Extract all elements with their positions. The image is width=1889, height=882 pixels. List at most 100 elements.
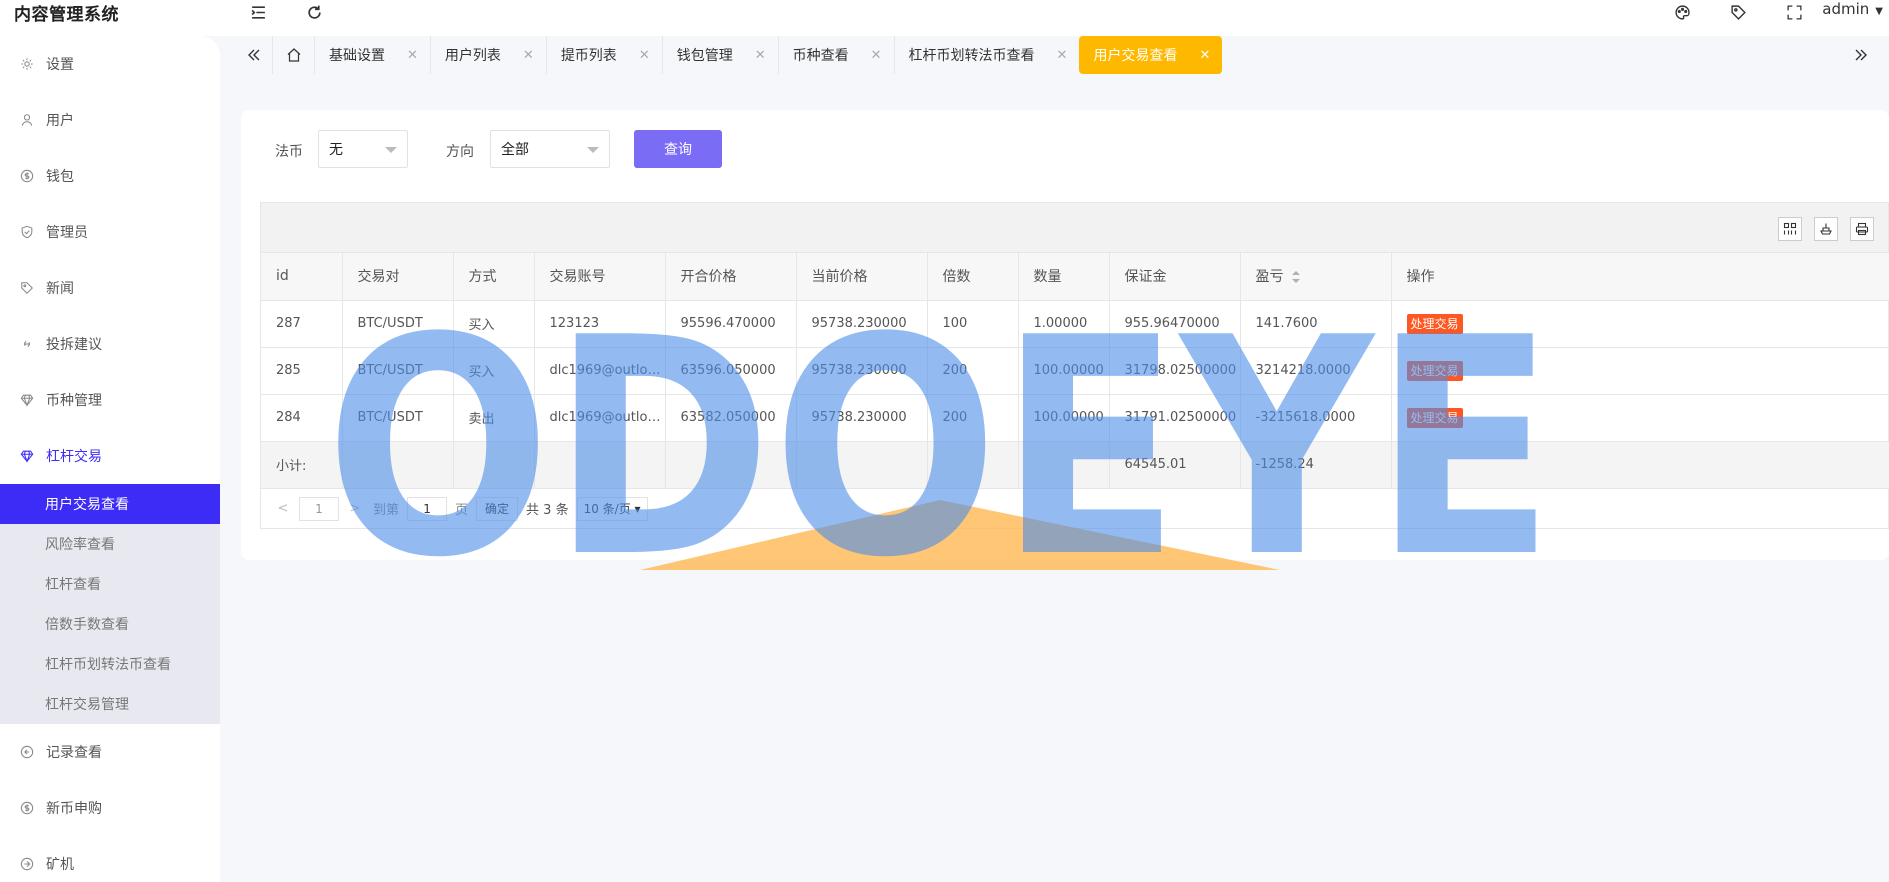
- table-cell: 63596.050000: [665, 347, 797, 395]
- chevron-down-icon: [587, 147, 599, 153]
- sidebar-item-currency[interactable]: 币种管理: [0, 372, 220, 428]
- fullscreen-icon[interactable]: [1784, 2, 1804, 22]
- app-root: 内容管理系统 admin ▼ 设置 用户 钱包 管理员 新闻 投拆建议 币种管理…: [0, 0, 1889, 882]
- dollar-icon: [20, 169, 34, 183]
- close-icon[interactable]: ✕: [523, 48, 534, 63]
- table-cell: [1018, 441, 1110, 489]
- sidebar-item-news[interactable]: 新闻: [0, 260, 220, 316]
- close-icon[interactable]: ✕: [871, 48, 882, 63]
- sidebar-item-leverage[interactable]: 杠杆交易: [0, 428, 220, 484]
- table-cell: 100: [927, 300, 1019, 348]
- column-header: 交易对: [342, 253, 454, 301]
- sidebar-item-label: 杠杆交易: [46, 449, 102, 465]
- sidebar-item-label: 记录查看: [46, 745, 102, 761]
- submenu-item-trade-manage[interactable]: 杠杆交易管理: [0, 684, 220, 724]
- tab-withdraw-list[interactable]: 提币列表 ✕: [545, 36, 662, 74]
- tab-user-trades[interactable]: 用户交易查看 ✕: [1079, 36, 1223, 74]
- tab-scroll-right-icon[interactable]: [1851, 36, 1871, 74]
- user-menu[interactable]: admin ▼: [1822, 0, 1889, 18]
- fiat-select[interactable]: 无: [318, 130, 408, 168]
- table-cell: 200: [927, 394, 1019, 442]
- app-title: 内容管理系统: [14, 5, 119, 25]
- refresh-icon[interactable]: [304, 2, 324, 22]
- table-cell: 955.96470000: [1109, 300, 1241, 348]
- table-toolbar: [261, 203, 1888, 253]
- close-icon[interactable]: ✕: [407, 48, 418, 63]
- table-cell: 买入: [453, 300, 535, 348]
- query-button[interactable]: 查询: [634, 130, 722, 168]
- table-cell: 1.00000: [1018, 300, 1110, 348]
- sort-icon[interactable]: [1291, 271, 1300, 284]
- table-cell-actions: 处理交易: [1391, 394, 1889, 442]
- tab-currency-view[interactable]: 币种查看 ✕: [777, 36, 894, 74]
- close-icon[interactable]: ✕: [1199, 48, 1210, 63]
- table-cell: 100.00000: [1018, 394, 1110, 442]
- table-cell: [342, 441, 454, 489]
- sidebar-item-users[interactable]: 用户: [0, 92, 220, 148]
- table-cell: BTC/USDT: [342, 347, 454, 395]
- subtotal-row: 小计: 64545.01 -1258.24: [261, 441, 1889, 489]
- print-icon[interactable]: [1850, 217, 1874, 241]
- sidebar-item-mining[interactable]: 矿机: [0, 836, 220, 882]
- process-trade-button[interactable]: 处理交易: [1406, 407, 1463, 428]
- column-header: 保证金: [1109, 253, 1241, 301]
- tab-label: 钱包管理: [676, 48, 733, 64]
- process-trade-button[interactable]: 处理交易: [1406, 360, 1463, 381]
- trades-table: id 交易对 方式 交易账号 开合价格 当前价格 倍数 数量 保证金 盈亏 操作: [260, 202, 1889, 529]
- prev-page-icon[interactable]: <: [273, 501, 293, 516]
- column-header: 倍数: [927, 253, 1019, 301]
- sidebar-item-new-coin[interactable]: 新币申购: [0, 780, 220, 836]
- direction-select[interactable]: 全部: [490, 130, 610, 168]
- theme-palette-icon[interactable]: [1672, 2, 1692, 22]
- column-header-pnl[interactable]: 盈亏: [1240, 253, 1392, 301]
- close-icon[interactable]: ✕: [1057, 48, 1068, 63]
- submenu-item-risk-rate[interactable]: 风险率查看: [0, 524, 220, 564]
- column-header: 数量: [1018, 253, 1110, 301]
- sidebar-item-feedback[interactable]: 投拆建议: [0, 316, 220, 372]
- sidebar-item-settings[interactable]: 设置: [0, 36, 220, 92]
- tab-scroll-left-icon[interactable]: [236, 36, 272, 74]
- direction-filter-label: 方向: [446, 144, 474, 160]
- tag-icon[interactable]: [1728, 2, 1748, 22]
- column-header-label: 盈亏: [1255, 269, 1284, 286]
- tab-transfer-view[interactable]: 杠杆币划转法币查看 ✕: [893, 36, 1080, 74]
- fiat-filter-label: 法币: [275, 144, 303, 160]
- close-icon[interactable]: ✕: [639, 48, 650, 63]
- tab-label: 杠杆币划转法币查看: [908, 48, 1035, 64]
- submenu-item-multiplier-lots[interactable]: 倍数手数查看: [0, 604, 220, 644]
- subtotal-label: 小计:: [261, 441, 343, 489]
- user-icon: [20, 113, 34, 127]
- column-header: 操作: [1391, 253, 1889, 301]
- table-cell: [534, 441, 666, 489]
- columns-filter-icon[interactable]: [1778, 217, 1802, 241]
- process-trade-button[interactable]: 处理交易: [1406, 313, 1463, 334]
- close-icon[interactable]: ✕: [755, 48, 766, 63]
- sidebar-item-label: 新币申购: [46, 801, 102, 817]
- table-header-row: id 交易对 方式 交易账号 开合价格 当前价格 倍数 数量 保证金 盈亏 操作: [261, 253, 1889, 301]
- sidebar-item-records[interactable]: 记录查看: [0, 724, 220, 780]
- tab-user-list[interactable]: 用户列表 ✕: [429, 36, 546, 74]
- sidebar-item-label: 投拆建议: [46, 337, 102, 353]
- tab-basic-settings[interactable]: 基础设置 ✕: [314, 36, 430, 74]
- data-table: id 交易对 方式 交易账号 开合价格 当前价格 倍数 数量 保证金 盈亏 操作: [261, 253, 1889, 489]
- goto-page-input[interactable]: 1: [407, 496, 448, 521]
- export-icon[interactable]: [1814, 217, 1838, 241]
- sidebar-item-admins[interactable]: 管理员: [0, 204, 220, 260]
- submenu-item-user-trades[interactable]: 用户交易查看: [0, 484, 220, 524]
- menu-collapse-icon[interactable]: [248, 2, 268, 22]
- page-size-value: 10 条/页: [583, 502, 631, 516]
- sidebar-item-wallet[interactable]: 钱包: [0, 148, 220, 204]
- table-cell: [1391, 441, 1889, 489]
- submenu-item-transfer-view[interactable]: 杠杆币划转法币查看: [0, 644, 220, 684]
- confirm-page-button[interactable]: 确定: [476, 496, 519, 521]
- current-page[interactable]: 1: [299, 496, 339, 521]
- page-size-select[interactable]: 10 条/页 ▾: [576, 496, 648, 521]
- table-cell: 31798.02500000: [1109, 347, 1241, 395]
- next-page-icon[interactable]: >: [345, 501, 365, 516]
- tab-wallet-manage[interactable]: 钱包管理 ✕: [661, 36, 778, 74]
- tab-home-icon[interactable]: [272, 36, 314, 74]
- shield-icon: [20, 225, 34, 239]
- link-icon: [20, 337, 34, 351]
- submenu-item-leverage-view[interactable]: 杠杆查看: [0, 564, 220, 604]
- table-cell: [665, 441, 797, 489]
